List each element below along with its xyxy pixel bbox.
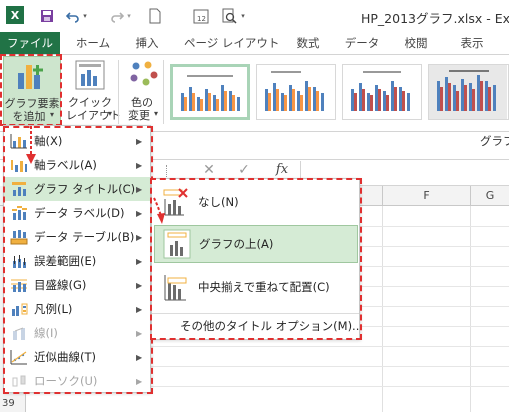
chart-styles-group-label: グラフ ス (480, 134, 509, 148)
tab-file[interactable]: ファイル (0, 32, 60, 54)
qat-customize-icon[interactable]: ▾ (238, 7, 248, 25)
color-palette-icon (128, 60, 158, 93)
new-document-icon[interactable] (146, 7, 164, 25)
tab-view[interactable]: 表示 (450, 32, 494, 54)
annotation-highlight (0, 54, 62, 126)
quick-layout-button[interactable]: クイック レイアウト ▾ (66, 56, 121, 126)
change-colors-label-1: 色の (131, 96, 153, 109)
save-icon[interactable] (38, 7, 56, 25)
quick-layout-icon (75, 60, 105, 93)
annotation-arrow-icon (23, 126, 39, 169)
grid-line (470, 206, 471, 412)
chevron-down-icon: ▾ (108, 109, 113, 118)
chevron-down-icon: ▾ (154, 109, 159, 118)
window-title: HP_2013グラフ.xlsx - Excel (361, 11, 509, 26)
tab-page-layout[interactable]: ページ レイアウト (184, 32, 279, 54)
svg-text:12: 12 (197, 15, 206, 23)
tab-data[interactable]: データ (340, 32, 384, 54)
chart-style-3[interactable] (342, 64, 422, 120)
annotation-highlight (150, 178, 362, 340)
excel-logo-icon: X (6, 6, 24, 24)
chart-style-2[interactable] (256, 64, 336, 120)
ribbon-separator (163, 60, 164, 124)
change-colors-button[interactable]: 色の 変更 ▾ (122, 56, 162, 126)
tab-review[interactable]: 校閲 (396, 32, 436, 54)
ribbon-separator (118, 60, 119, 124)
undo-dropdown-icon[interactable]: ▾ (80, 7, 90, 25)
column-header-g[interactable]: G (470, 186, 509, 206)
grid-line (382, 206, 383, 412)
annotation-arrow-icon (152, 196, 172, 229)
row-header-39[interactable]: 39 (0, 396, 26, 412)
quick-layout-label-1: クイック (68, 96, 112, 109)
tab-home[interactable]: ホーム (68, 32, 118, 54)
calendar-icon[interactable]: 12 (192, 7, 210, 25)
change-colors-label-2: 変更 (128, 109, 150, 122)
chart-style-4[interactable] (428, 64, 509, 120)
quick-layout-label-2: レイアウト (66, 109, 121, 122)
tab-insert[interactable]: 挿入 (126, 32, 168, 54)
tab-formulas[interactable]: 数式 (288, 32, 328, 54)
chart-style-1[interactable] (170, 64, 250, 120)
column-header-f[interactable]: F (382, 186, 470, 206)
redo-dropdown-icon[interactable]: ▾ (124, 7, 134, 25)
print-preview-icon[interactable] (220, 7, 238, 25)
